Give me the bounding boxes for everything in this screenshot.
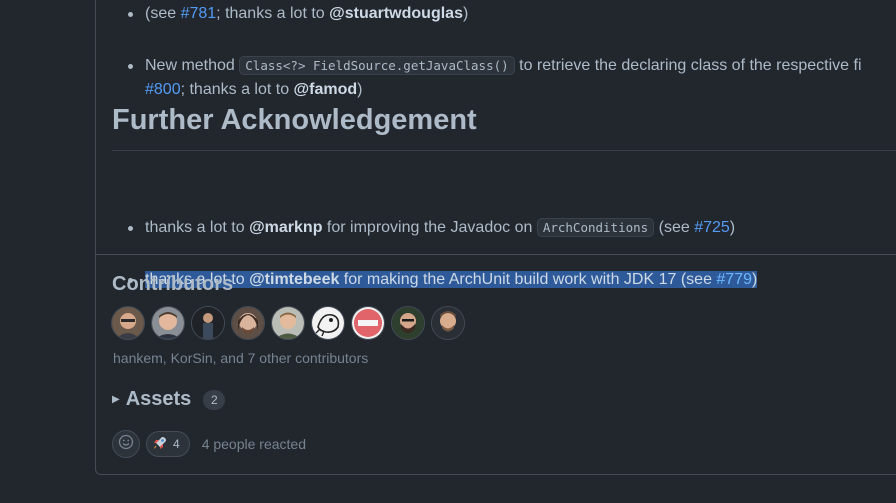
avatar[interactable]: [192, 307, 224, 339]
rocket-reaction-button[interactable]: 4: [146, 431, 190, 457]
release-page: (see #781; thanks a lot to @stuartwdougl…: [0, 0, 896, 503]
avatar[interactable]: [352, 307, 384, 339]
avatar[interactable]: [112, 307, 144, 339]
user-mention-famod[interactable]: @famod: [294, 81, 358, 98]
heading-divider: [112, 150, 896, 151]
caret-right-icon: ▶: [112, 394, 120, 405]
issue-link-800[interactable]: #800: [145, 81, 181, 98]
user-mention-timtebeek[interactable]: @timtebeek: [249, 271, 339, 288]
assets-count-badge: 2: [203, 389, 226, 410]
inline-code: Class<?> FieldSource.getJavaClass(): [239, 56, 515, 75]
reactions-summary: 4 people reacted: [201, 436, 306, 452]
issue-link-781[interactable]: #781: [181, 5, 217, 22]
user-mention-stuartwdouglas[interactable]: @stuartwdouglas: [329, 5, 463, 22]
assets-label: Assets: [125, 388, 192, 410]
avatar[interactable]: [392, 307, 424, 339]
issue-link-779[interactable]: #779: [716, 271, 752, 288]
rocket-count: 4: [173, 437, 180, 451]
avatar[interactable]: [312, 307, 344, 339]
release-notes-body: (see #781; thanks a lot to @stuartwdougl…: [96, 0, 896, 288]
inline-code: ArchConditions: [536, 218, 655, 237]
notes-list-top: (see #781; thanks a lot to @stuartwdougl…: [96, 0, 896, 98]
section-heading: Further Acknowledgement: [112, 104, 477, 136]
avatar[interactable]: [272, 307, 304, 339]
contributors-heading: Contributors: [112, 273, 234, 295]
list-item-selected: thanks a lot to @timtebeek for making th…: [128, 268, 896, 292]
avatar[interactable]: [432, 307, 464, 339]
contributors-summary[interactable]: hankem, KorSin, and 7 other contributors: [113, 350, 368, 366]
text-selection: thanks a lot to @timtebeek for making th…: [145, 271, 758, 288]
smiley-icon: [118, 434, 134, 455]
reactions-bar: 4 4 people reacted: [112, 430, 306, 458]
list-item: New method Class<?> FieldSource.getJavaC…: [128, 54, 896, 98]
avatar[interactable]: [152, 307, 184, 339]
assets-toggle[interactable]: ▶ Assets 2: [112, 388, 226, 411]
list-item: thanks a lot to @marknp for improving th…: [128, 216, 896, 240]
user-mention-marknp[interactable]: @marknp: [249, 219, 322, 236]
contributor-avatars: [112, 307, 464, 339]
avatar[interactable]: [232, 307, 264, 339]
list-item: (see #781; thanks a lot to @stuartwdougl…: [128, 2, 896, 26]
rocket-icon: [152, 435, 168, 454]
issue-link-725[interactable]: #725: [694, 219, 730, 236]
add-reaction-button[interactable]: [112, 430, 140, 458]
release-card: (see #781; thanks a lot to @stuartwdougl…: [95, 0, 896, 475]
